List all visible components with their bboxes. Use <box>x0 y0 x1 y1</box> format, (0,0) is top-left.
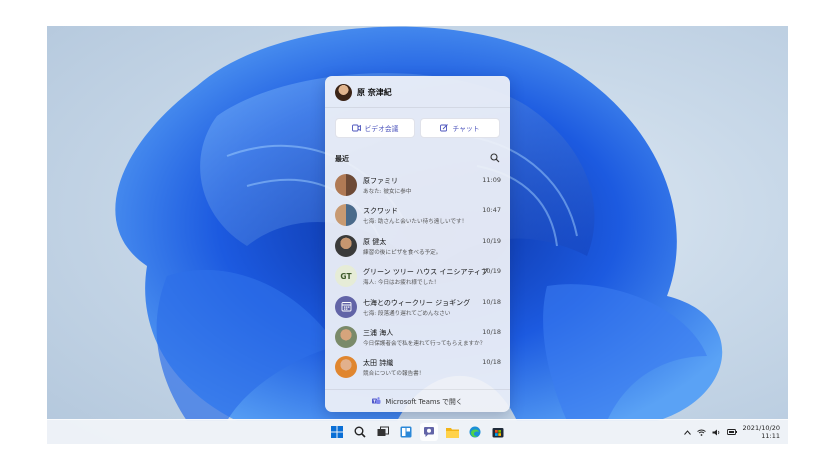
message-preview: 競合についての報告書！ <box>363 371 425 378</box>
avatar <box>335 234 357 257</box>
search-icon[interactable] <box>351 423 369 441</box>
open-in-teams-link[interactable]: Microsoft Teams で開く <box>325 389 510 412</box>
teams-icon <box>372 397 381 404</box>
avatar-initials: GT <box>340 271 352 281</box>
edge-icon[interactable] <box>466 423 484 441</box>
contact-name: グリーン ツリー ハウス イニシアティブ <box>363 268 488 277</box>
avatar <box>335 325 357 348</box>
timestamp: 11:09 <box>482 176 501 184</box>
video-call-label: ビデオ会議 <box>364 125 399 133</box>
avatar <box>335 356 357 379</box>
store-icon[interactable] <box>489 423 507 441</box>
message-preview: 練習の後にピザを食べる予定。 <box>363 249 442 256</box>
contact-name: 原ファミリ <box>363 177 398 185</box>
contact-name: スクワッド <box>363 207 398 216</box>
contact-name: 三浦 海人 <box>363 328 394 337</box>
timestamp: 10/18 <box>482 327 501 336</box>
taskbar: 2021/10/20 11:11 <box>47 419 788 444</box>
widgets-icon[interactable] <box>397 423 415 441</box>
chevron-up-icon[interactable] <box>683 429 691 435</box>
teams-chat-icon[interactable] <box>420 423 438 441</box>
date-text: 2021/10/20 <box>742 424 780 432</box>
message-preview: 七海: 段落通り遅れてごめんなさい <box>363 310 451 317</box>
compose-icon <box>440 124 449 132</box>
initials-avatar: GT <box>335 265 357 288</box>
contact-name: 原 健太 <box>363 237 387 246</box>
group-avatar <box>335 204 357 227</box>
footer-label: Microsoft Teams で開く <box>385 398 463 406</box>
group-avatar <box>335 174 357 196</box>
contact-name: 七海とのウィークリー ジョギング <box>363 298 471 307</box>
timestamp: 10:47 <box>482 206 501 215</box>
list-item[interactable]: 三浦 海人 今日保護者会で私を連れて行ってもらえますか？ 10/18 <box>325 322 510 352</box>
time-text: 11:11 <box>761 432 780 440</box>
list-item[interactable]: 太田 詩織 競合についての報告書！ 10/18 <box>325 352 510 382</box>
calendar-icon <box>341 302 351 312</box>
message-preview: 七海: 助さんと会いたい待ち遠しいです！ <box>363 219 468 226</box>
file-explorer-icon[interactable] <box>443 423 461 441</box>
calendar-avatar <box>335 295 357 318</box>
windows-start-icon[interactable] <box>328 423 346 441</box>
list-item[interactable]: スクワッド 七海: 助さんと会いたい待ち遠しいです！ 10:47 <box>325 200 510 230</box>
message-preview: 今日保護者会で私を連れて行ってもらえますか？ <box>363 340 486 347</box>
timestamp: 10/19 <box>482 267 501 276</box>
teams-chat-flyout: 原 奈津紀 ビデオ会議 チャット 最近 原ファミリ あなた: 彼女に参中 11:… <box>325 76 510 412</box>
battery-icon[interactable] <box>726 429 737 435</box>
task-view-icon[interactable] <box>374 423 392 441</box>
recent-heading: 最近 <box>335 155 349 163</box>
recent-chat-list: 原ファミリ あなた: 彼女に参中 11:09 スクワッド 七海: 助さんと会いた… <box>325 170 510 383</box>
message-preview: あなた: 彼女に参中 <box>363 189 412 195</box>
avatar <box>335 84 352 101</box>
timestamp: 10/18 <box>482 297 501 306</box>
timestamp: 10/19 <box>482 236 501 245</box>
user-profile[interactable]: 原 奈津紀 <box>335 84 392 101</box>
contact-name: 太田 詩織 <box>363 359 394 368</box>
video-camera-icon <box>351 124 361 132</box>
user-name: 原 奈津紀 <box>357 88 392 97</box>
list-item[interactable]: 七海とのウィークリー ジョギング 七海: 段落通り遅れてごめんなさい 10/18 <box>325 292 510 322</box>
desktop: 原 奈津紀 ビデオ会議 チャット 最近 原ファミリ あなた: 彼女に参中 11:… <box>47 26 788 444</box>
timestamp: 10/18 <box>482 358 501 367</box>
message-preview: 海人: 今日はお疲れ様でした！ <box>363 280 440 287</box>
list-item[interactable]: 原 健太 練習の後にピザを食べる予定。 10/19 <box>325 231 510 261</box>
clock[interactable]: 2021/10/20 11:11 <box>743 424 780 440</box>
video-call-button[interactable]: ビデオ会議 <box>335 118 415 138</box>
system-tray: 2021/10/20 11:11 <box>683 422 780 442</box>
list-item[interactable]: GT グリーン ツリー ハウス イニシアティブ 海人: 今日はお疲れ様でした！ … <box>325 261 510 291</box>
wifi-icon[interactable] <box>696 429 706 436</box>
search-icon[interactable] <box>490 153 500 163</box>
chat-button[interactable]: チャット <box>420 118 500 138</box>
divider <box>325 107 510 108</box>
volume-icon[interactable] <box>712 429 721 436</box>
list-item[interactable]: 原ファミリ あなた: 彼女に参中 11:09 <box>325 170 510 200</box>
chat-label: チャット <box>452 125 480 133</box>
